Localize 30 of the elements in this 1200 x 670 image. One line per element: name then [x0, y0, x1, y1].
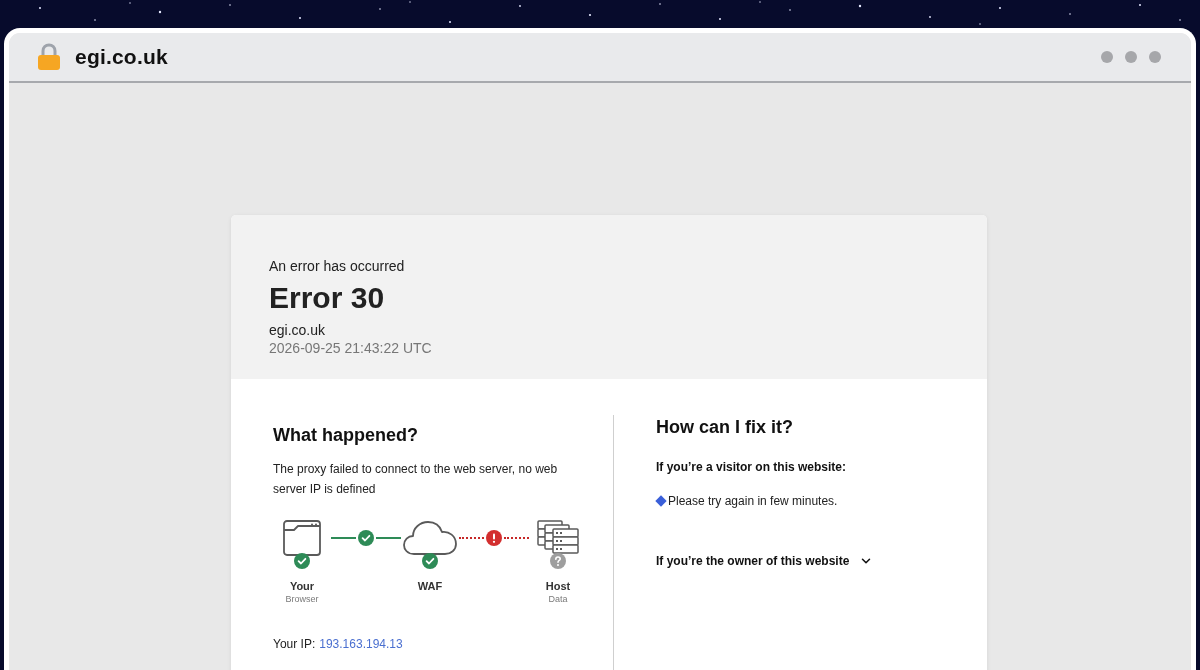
window-control-icon[interactable] — [1101, 51, 1113, 63]
visitor-tip: Please try again in few minutes. — [668, 493, 838, 509]
your-ip-label: Your IP: — [273, 636, 316, 652]
window-control-icon[interactable] — [1125, 51, 1137, 63]
connection-line — [376, 537, 401, 539]
node-label: Your — [289, 579, 315, 593]
dotted-connection-line — [459, 537, 484, 539]
section-heading: What happened? — [273, 424, 419, 447]
server-stack-icon — [536, 519, 580, 557]
error-host: egi.co.uk — [269, 321, 327, 339]
error-overline: An error has occurred — [269, 257, 406, 275]
visitor-subheading: If you’re a visitor on this website: — [656, 459, 848, 475]
owner-section-toggle[interactable]: If you’re the owner of this website — [656, 553, 874, 569]
browser-window-icon — [282, 519, 322, 557]
node-label: WAF — [417, 579, 443, 593]
error-description: The proxy failed to connect to the web server, no web server IP is defined — [273, 461, 559, 498]
address-text[interactable]: egi.co.uk — [75, 41, 168, 73]
padlock-icon — [37, 43, 61, 71]
node-label: Host — [545, 579, 571, 593]
node-sublabel: Browser — [285, 593, 319, 606]
cloud-icon — [402, 519, 458, 557]
diamond-bullet-icon — [655, 495, 667, 507]
connection-line — [331, 537, 356, 539]
error-title: Error 30 — [269, 280, 386, 316]
error-timestamp: 2026-09-25 21:43:22 UTC — [269, 339, 433, 357]
window-control-icon[interactable] — [1149, 51, 1161, 63]
node-sublabel: Data — [548, 593, 568, 606]
ip-address-link[interactable]: 193.163.194.13 — [319, 636, 403, 652]
section-heading: How can I fix it? — [656, 416, 794, 439]
dotted-connection-line — [504, 537, 529, 539]
